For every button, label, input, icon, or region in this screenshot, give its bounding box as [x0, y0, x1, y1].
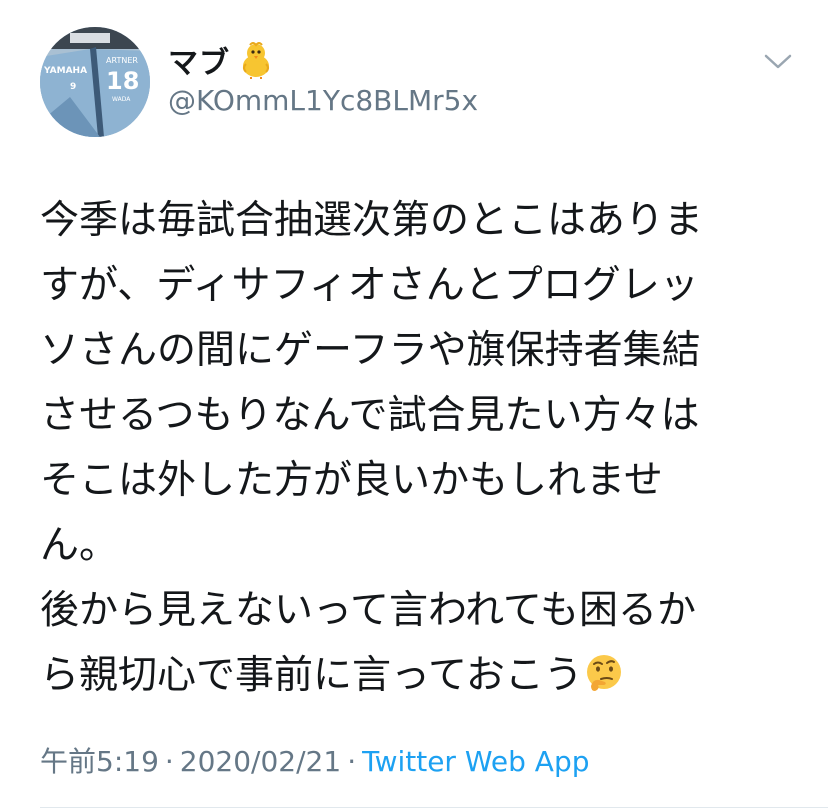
tweet-time: 午前5:19 — [40, 745, 159, 778]
jersey-small-number: 9 — [70, 82, 76, 92]
tweet-meta: 午前5:19 · 2020/02/21 · Twitter Web App — [40, 740, 589, 780]
user-handle[interactable]: @KOmmL1Yc8BLMr5x — [168, 84, 478, 117]
jersey-number: 18 — [106, 67, 139, 95]
avatar[interactable]: YAMAHA 9 ARTNER 18 WADA — [40, 27, 150, 137]
meta-separator: · — [164, 745, 174, 778]
tweet-date[interactable]: 2020/02/21 — [180, 745, 341, 778]
jersey-brand-text: YAMAHA — [43, 66, 87, 76]
tweet-line: ん。 — [40, 523, 119, 568]
baby-chick-icon — [236, 40, 276, 80]
thinking-face-icon — [583, 649, 625, 691]
meta-separator: · — [347, 745, 357, 778]
tweet-text: 今季は毎試合抽選次第のとこはありま すが、ディサフィオさんとプログレッ ソさんの… — [40, 188, 800, 708]
name-row: マブ — [168, 38, 276, 82]
jersey-name-bottom: WADA — [112, 96, 131, 103]
jersey-photo: YAMAHA 9 ARTNER 18 WADA — [40, 27, 150, 137]
jersey-name-top: ARTNER — [106, 56, 138, 65]
tweet-line: ら親切心で事前に言っておこう — [40, 653, 583, 698]
tweet-card: YAMAHA 9 ARTNER 18 WADA マブ @KOmmL1Yc8BLM… — [0, 0, 828, 810]
tweet-line: ソさんの間にゲーフラや旗保持者集結 — [40, 328, 701, 373]
tweet-line: すが、ディサフィオさんとプログレッ — [40, 263, 699, 308]
tweet-line: 今季は毎試合抽選次第のとこはありま — [40, 198, 704, 243]
tweet-line: させるつもりなんで試合見たい方々は — [40, 393, 700, 438]
divider — [40, 807, 828, 808]
tweet-line: そこは外した方が良いかもしれませ — [40, 458, 663, 503]
tweet-source-link[interactable]: Twitter Web App — [362, 745, 589, 778]
chevron-down-icon[interactable] — [762, 50, 794, 72]
tweet-line: 後から見えないって言われても困るか — [40, 588, 696, 633]
display-name[interactable]: マブ — [168, 38, 230, 82]
